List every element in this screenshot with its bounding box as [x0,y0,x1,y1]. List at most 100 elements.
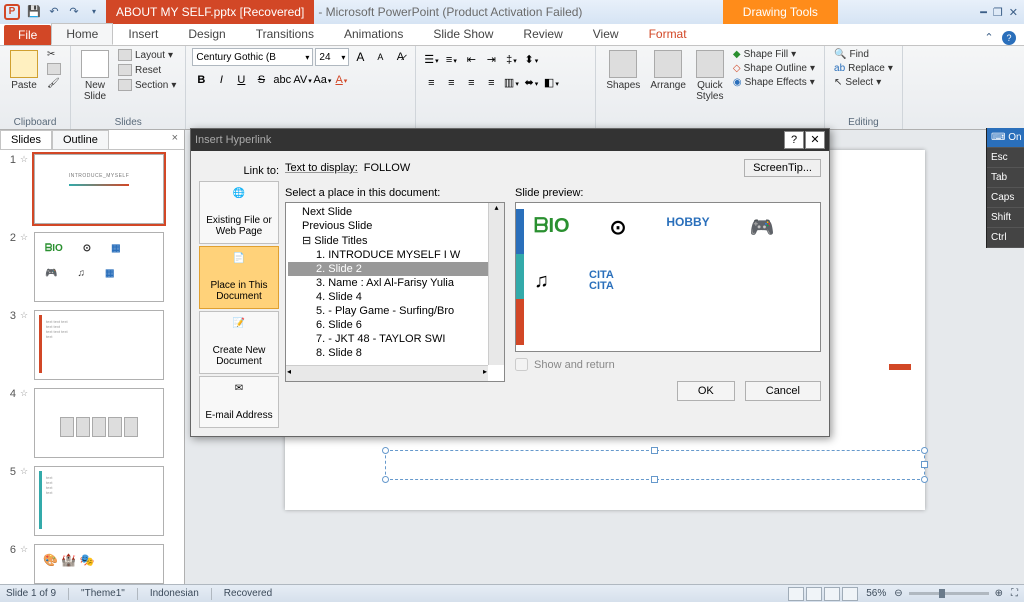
paste-button[interactable]: Paste [6,48,42,93]
shape-fill-button[interactable]: ◆Shape Fill ▾ [730,48,818,61]
dec-indent-button[interactable]: ⇤ [462,51,480,69]
tab-animations[interactable]: Animations [329,23,418,45]
clear-format-button[interactable]: A̷ [391,48,409,66]
qat-undo-icon[interactable]: ↶ [46,4,62,20]
tab-format[interactable]: Format [634,23,702,45]
font-family-combo[interactable]: Century Gothic (B▾ [192,48,313,66]
tab-review[interactable]: Review [508,23,577,45]
link-existing-file[interactable]: 🌐Existing File or Web Page [199,181,279,244]
screentip-button[interactable]: ScreenTip... [744,159,821,177]
osk-caps[interactable]: Caps [987,188,1024,208]
slides-tab[interactable]: Slides [0,130,52,149]
change-case-button[interactable]: Aa [312,71,330,89]
italic-button[interactable]: I [212,71,230,89]
align-right-button[interactable]: ≡ [462,74,480,92]
align-center-button[interactable]: ≡ [442,74,460,92]
strike-button[interactable]: S [252,71,270,89]
numbering-button[interactable]: ≡ [442,51,460,69]
tree-hscroll[interactable]: ◂▸ [286,365,488,381]
thumb-6[interactable]: 🎨 🏰 🎭 [34,544,164,584]
zoom-in-button[interactable]: ⊕ [995,588,1003,599]
shrink-font-button[interactable]: A [371,48,389,66]
file-tab[interactable]: File [4,25,51,45]
text-direction-button[interactable]: ⬍ [522,51,540,69]
tree-item[interactable]: 8. Slide 8 [288,346,502,360]
qat-redo-icon[interactable]: ↷ [66,4,82,20]
tree-item[interactable]: ⊟ Slide Titles [288,233,502,248]
tab-home[interactable]: Home [51,23,113,45]
tree-item[interactable]: Next Slide [288,205,502,219]
text-to-display-input[interactable] [364,162,738,174]
tree-item[interactable]: 7. - JKT 48 - TAYLOR SWI [288,332,502,346]
tree-item[interactable]: 3. Name : Axl Al-Farisy Yulia [288,276,502,290]
tab-design[interactable]: Design [173,23,240,45]
shapes-button[interactable]: Shapes [602,48,644,93]
char-spacing-button[interactable]: AV [292,71,310,89]
thumb-1[interactable]: INTRODUCE_MYSELF [34,154,164,224]
shape-effects-button[interactable]: ◉Shape Effects ▾ [730,76,818,89]
place-tree[interactable]: Next SlidePrevious Slide⊟ Slide Titles1.… [285,202,505,382]
font-color-button[interactable]: A [332,71,350,89]
inc-indent-button[interactable]: ⇥ [482,51,500,69]
tree-item[interactable]: 6. Slide 6 [288,318,502,332]
zoom-slider[interactable] [909,592,989,595]
tree-item[interactable]: 2. Slide 2 [288,262,502,276]
ribbon-minimize-icon[interactable]: ⌃ [982,31,996,45]
layout-button[interactable]: Layout ▾ [115,48,179,62]
format-painter-button[interactable]: 🖌 [44,77,64,90]
dialog-close-button[interactable]: ✕ [805,131,825,149]
underline-button[interactable]: U [232,71,250,89]
dialog-help-button[interactable]: ? [784,131,804,149]
font-size-combo[interactable]: 24▾ [315,48,349,66]
link-email[interactable]: ✉E-mail Address [199,376,279,428]
tree-vscroll[interactable]: ▴ [488,203,504,365]
osk-tab[interactable]: Tab [987,168,1024,188]
find-button[interactable]: 🔍Find [831,48,896,61]
qat-customize-icon[interactable]: ▾ [86,4,102,20]
thumb-2[interactable]: ᗷIO⊙▦🎮♫▦ [34,232,164,302]
view-sorter-icon[interactable] [806,587,822,601]
osk-esc[interactable]: Esc [987,148,1024,168]
cut-button[interactable]: ✂ [44,48,64,61]
osk-header[interactable]: ⌨ On [987,128,1024,148]
thumb-5[interactable]: texttexttexttext [34,466,164,536]
tab-insert[interactable]: Insert [113,23,173,45]
grow-font-button[interactable]: A [351,48,369,66]
osk-shift[interactable]: Shift [987,208,1024,228]
close-panel-icon[interactable]: × [166,130,184,149]
bullets-button[interactable]: ☰ [422,51,440,69]
cancel-button[interactable]: Cancel [745,381,821,401]
bold-button[interactable]: B [192,71,210,89]
justify-button[interactable]: ≡ [482,74,500,92]
new-slide-button[interactable]: New Slide [77,48,113,104]
minimize-icon[interactable]: ━ [980,6,987,19]
align-left-button[interactable]: ≡ [422,74,440,92]
help-icon[interactable]: ? [1002,31,1016,45]
select-button[interactable]: ↖Select ▾ [831,76,896,89]
reset-button[interactable]: Reset [115,63,179,77]
status-lang[interactable]: Indonesian [150,588,199,599]
zoom-out-button[interactable]: ⊖ [894,588,902,599]
columns-button[interactable]: ▥ [502,74,520,92]
view-normal-icon[interactable] [788,587,804,601]
tab-view[interactable]: View [578,23,634,45]
replace-button[interactable]: abReplace ▾ [831,62,896,75]
arrange-button[interactable]: Arrange [646,48,690,93]
line-spacing-button[interactable]: ‡ [502,51,520,69]
align-text-button[interactable]: ⬌ [522,74,540,92]
osk-ctrl[interactable]: Ctrl [987,228,1024,248]
copy-button[interactable] [44,62,64,76]
view-reading-icon[interactable] [824,587,840,601]
selected-textbox[interactable] [385,450,925,480]
smartart-button[interactable]: ◧ [542,74,560,92]
tab-slideshow[interactable]: Slide Show [418,23,508,45]
ok-button[interactable]: OK [677,381,735,401]
quick-styles-button[interactable]: Quick Styles [692,48,728,104]
close-icon[interactable]: ✕ [1009,6,1018,19]
outline-tab[interactable]: Outline [52,130,109,149]
restore-icon[interactable]: ❐ [993,6,1003,19]
tree-item[interactable]: 1. INTRODUCE MYSELF I W [288,248,502,262]
tree-item[interactable]: 5. - Play Game - Surfing/Bro [288,304,502,318]
tree-item[interactable]: 4. Slide 4 [288,290,502,304]
section-button[interactable]: Section ▾ [115,78,179,92]
